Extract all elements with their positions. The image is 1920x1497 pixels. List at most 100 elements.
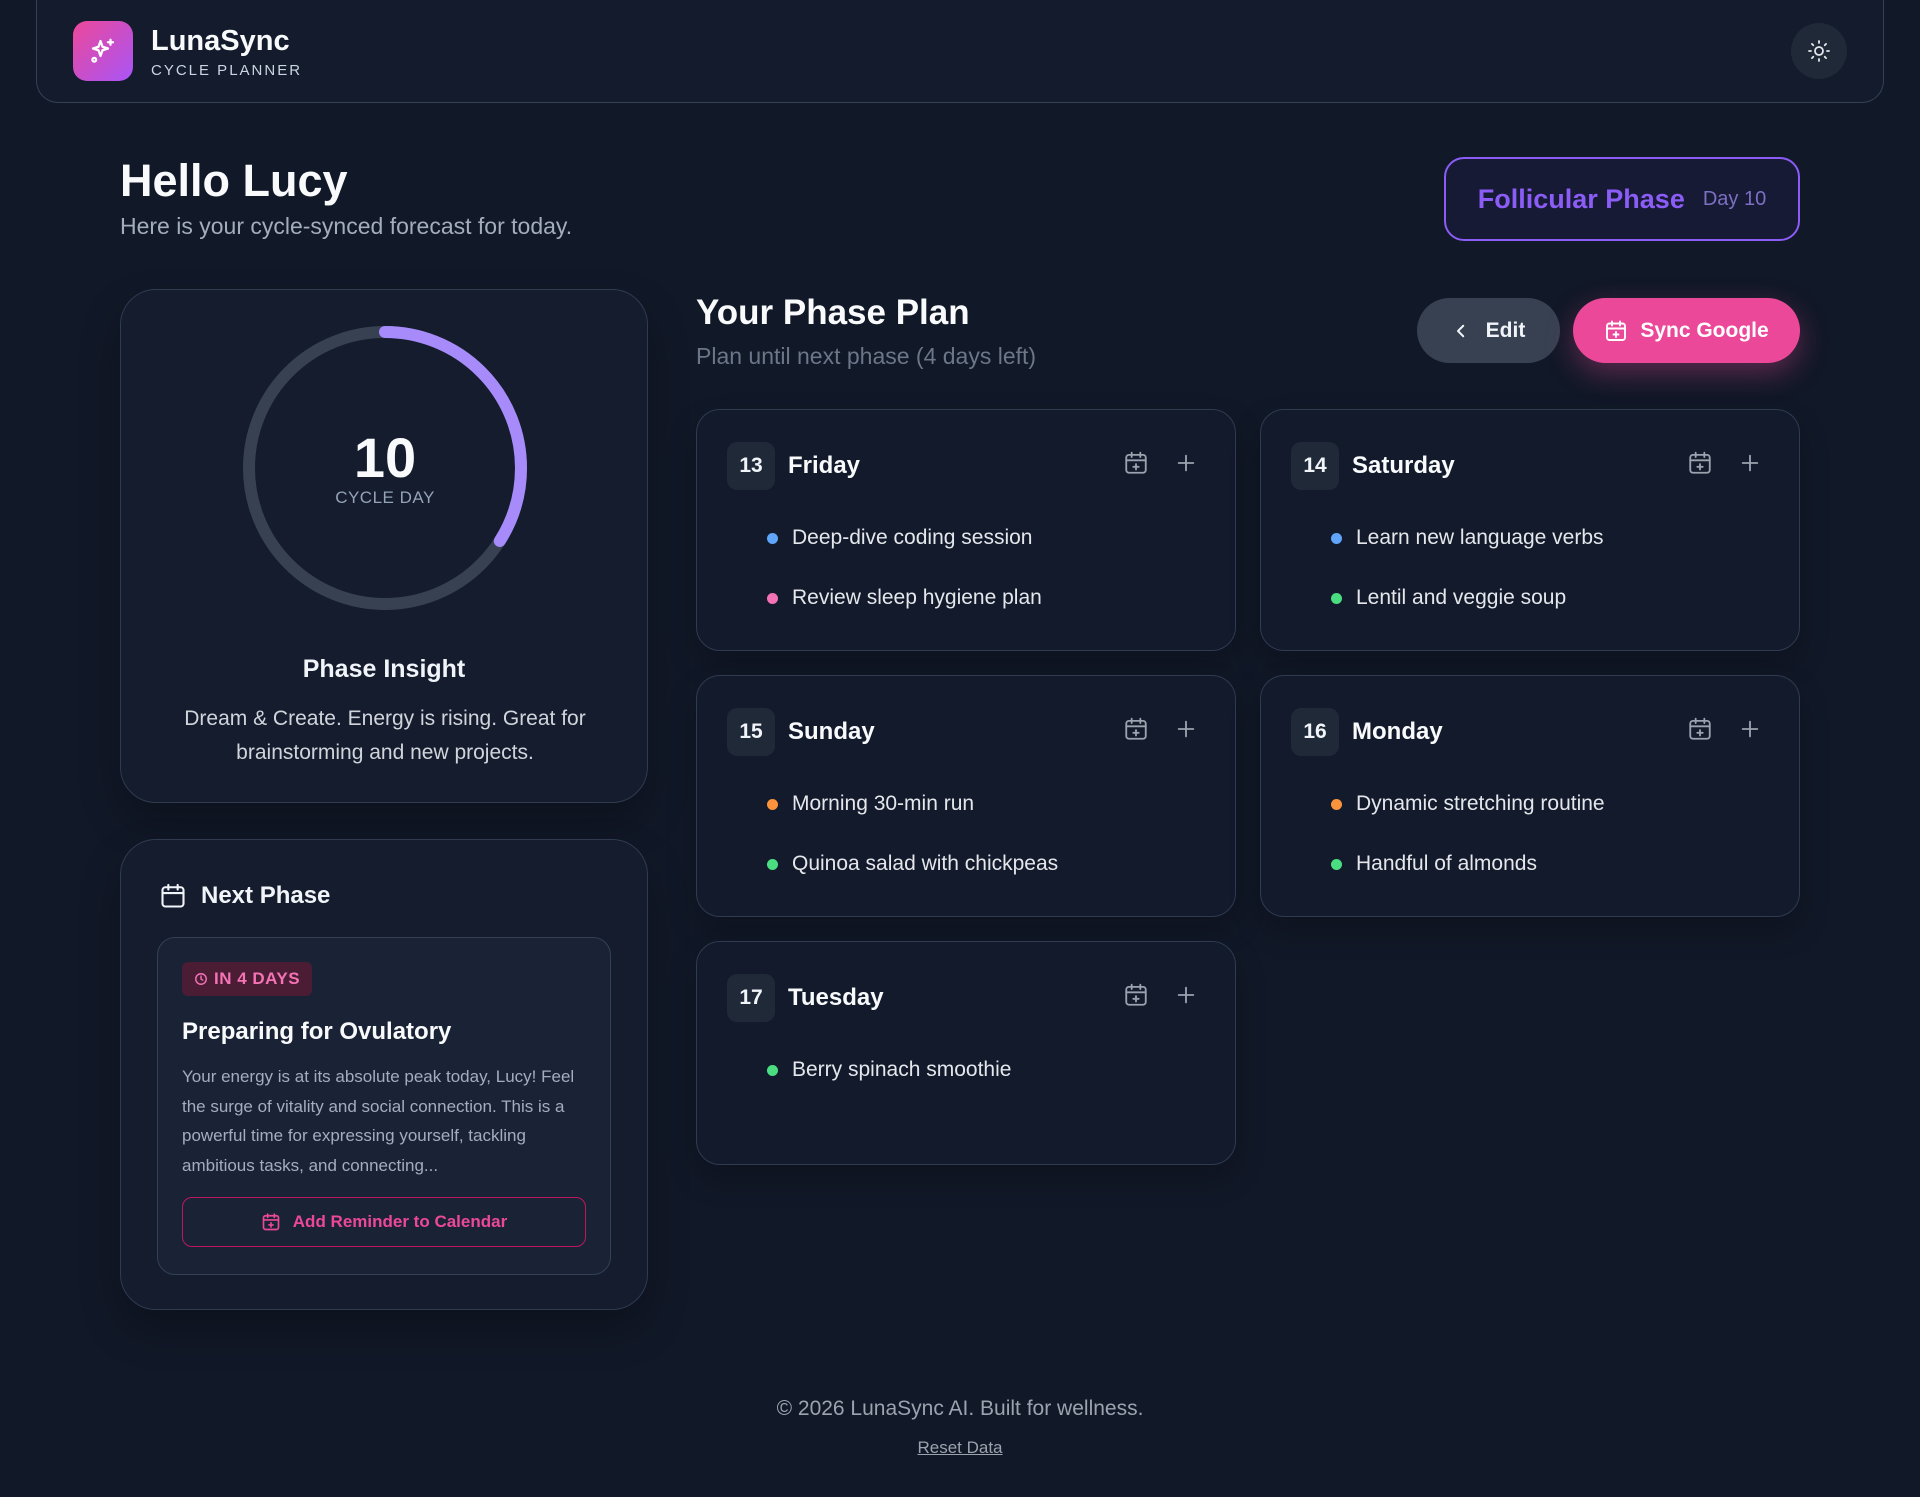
task-text: Learn new language verbs	[1356, 526, 1604, 549]
day-number: 15	[727, 708, 775, 756]
day-card: 14 Saturday Learn new language verbs Len…	[1260, 409, 1800, 651]
day-number: 13	[727, 442, 775, 490]
day-name: Saturday	[1352, 452, 1455, 479]
day-card: 15 Sunday Morning 30-min run Quinoa sala…	[696, 675, 1236, 917]
task-dot	[1331, 592, 1342, 604]
day-number: 14	[1291, 442, 1339, 490]
cycle-day-label: CYCLE DAY	[335, 488, 435, 507]
task-item[interactable]: Berry spinach smoothie	[767, 1058, 1011, 1082]
add-task-button[interactable]	[1175, 718, 1197, 740]
add-task-button[interactable]	[1739, 718, 1761, 740]
add-to-calendar-button[interactable]	[1123, 450, 1149, 476]
calendar-plus-icon	[1125, 451, 1147, 474]
brand: LunaSync CYCLE PLANNER	[151, 24, 302, 79]
footer-copyright: © 2026 LunaSync AI. Built for wellness.	[776, 1397, 1144, 1420]
countdown-label: IN 4 DAYS	[214, 969, 301, 988]
plan-title: Your Phase Plan	[696, 293, 970, 332]
calendar-plus-icon	[1125, 717, 1147, 740]
add-to-calendar-button[interactable]	[1687, 450, 1713, 476]
plus-icon	[1177, 720, 1195, 738]
task-dot	[767, 858, 778, 870]
task-item[interactable]: Dynamic stretching routine	[1331, 792, 1605, 816]
add-to-calendar-button[interactable]	[1123, 982, 1149, 1008]
task-text: Quinoa salad with chickpeas	[792, 852, 1059, 875]
day-name: Friday	[788, 452, 861, 479]
calendar-plus-icon	[1125, 983, 1147, 1006]
sync-google-button[interactable]: Sync Google	[1573, 298, 1800, 363]
phase-name: Follicular Phase	[1477, 183, 1685, 214]
task-item[interactable]: Lentil and veggie soup	[1331, 586, 1566, 610]
day-card: 13 Friday Deep-dive coding session Revie…	[696, 409, 1236, 651]
current-phase-badge: Follicular Phase Day 10	[1444, 157, 1800, 241]
insight-title: Phase Insight	[302, 655, 466, 683]
sync-google-label: Sync Google	[1640, 318, 1769, 342]
task-text: Berry spinach smoothie	[792, 1058, 1012, 1081]
add-task-button[interactable]	[1175, 452, 1197, 474]
plus-icon	[1177, 454, 1195, 472]
add-to-calendar-button[interactable]	[1687, 716, 1713, 742]
task-item[interactable]: Learn new language verbs	[1331, 526, 1604, 550]
greeting-subtitle: Here is your cycle-synced forecast for t…	[120, 213, 573, 239]
edit-label: Edit	[1485, 318, 1526, 342]
day-name: Monday	[1352, 718, 1443, 745]
next-phase-card: Next Phase IN 4 DAYS Preparing for Ovula…	[120, 839, 648, 1310]
task-dot	[767, 798, 778, 810]
plus-icon	[1741, 720, 1759, 738]
calendar-plus-icon	[262, 1213, 280, 1231]
day-number: 16	[1291, 708, 1339, 756]
next-phase-header: Next Phase	[159, 882, 330, 910]
task-item[interactable]: Review sleep hygiene plan	[767, 586, 1042, 610]
day-card: 17 Tuesday Berry spinach smoothie	[696, 941, 1236, 1165]
task-text: Morning 30-min run	[792, 792, 975, 815]
calendar-icon	[161, 883, 185, 908]
reset-data-link[interactable]: Reset Data	[917, 1438, 1002, 1457]
add-reminder-label: Add Reminder to Calendar	[292, 1212, 508, 1231]
task-dot	[1331, 858, 1342, 870]
task-item[interactable]: Handful of almonds	[1331, 852, 1537, 876]
day-card: 16 Monday Dynamic stretching routine Han…	[1260, 675, 1800, 917]
cycle-progress-ring: 10 CYCLE DAY	[237, 320, 533, 616]
theme-toggle-button[interactable]	[1791, 23, 1847, 79]
plan-subtitle: Plan until next phase (4 days left)	[696, 343, 1037, 369]
task-dot	[1331, 798, 1342, 810]
add-to-calendar-button[interactable]	[1123, 716, 1149, 742]
task-text: Lentil and veggie soup	[1356, 586, 1567, 609]
app-name: LunaSync	[151, 24, 290, 57]
next-phase-heading: Preparing for Ovulatory	[182, 1018, 452, 1045]
reset-data-link-wrap: Reset Data	[0, 1438, 1920, 1458]
task-dot	[767, 592, 778, 604]
add-task-button[interactable]	[1739, 452, 1761, 474]
edit-button[interactable]: Edit	[1417, 298, 1560, 363]
task-item[interactable]: Deep-dive coding session	[767, 526, 1032, 550]
day-number: 17	[727, 974, 775, 1022]
task-text: Deep-dive coding session	[792, 526, 1033, 549]
clock-icon	[195, 973, 207, 985]
calendar-plus-icon	[1689, 451, 1711, 474]
plus-icon	[1741, 454, 1759, 472]
task-text: Review sleep hygiene plan	[792, 586, 1042, 609]
cycle-day-number: 10	[353, 426, 417, 489]
task-text: Dynamic stretching routine	[1356, 792, 1605, 815]
app-subtitle: CYCLE PLANNER	[151, 61, 303, 79]
cycle-card: 10 CYCLE DAY Phase Insight Dream & Creat…	[120, 289, 648, 803]
phase-day: Day 10	[1702, 187, 1767, 210]
task-item[interactable]: Morning 30-min run	[767, 792, 974, 816]
insight-text: Dream & Create. Energy is rising. Great …	[184, 707, 586, 764]
sparkles-icon	[73, 21, 133, 81]
chevron-left-icon	[1456, 324, 1464, 337]
sun-icon	[1808, 40, 1830, 62]
add-task-button[interactable]	[1175, 984, 1197, 1006]
greeting: Hello Lucy Here is your cycle-synced for…	[120, 155, 572, 240]
next-phase-detail: IN 4 DAYS Preparing for Ovulatory Your e…	[157, 937, 611, 1275]
task-dot	[767, 532, 778, 544]
calendar-plus-icon	[1689, 717, 1711, 740]
plus-icon	[1177, 986, 1195, 1004]
day-name: Tuesday	[788, 984, 884, 1011]
day-name: Sunday	[788, 718, 875, 745]
add-reminder-button[interactable]: Add Reminder to Calendar	[182, 1197, 586, 1247]
app-header: LunaSync CYCLE PLANNER	[36, 0, 1884, 103]
next-phase-description: Your energy is at its absolute peak toda…	[182, 1067, 575, 1175]
greeting-title: Hello Lucy	[120, 155, 348, 206]
task-dot	[1331, 532, 1342, 544]
task-item[interactable]: Quinoa salad with chickpeas	[767, 852, 1058, 876]
